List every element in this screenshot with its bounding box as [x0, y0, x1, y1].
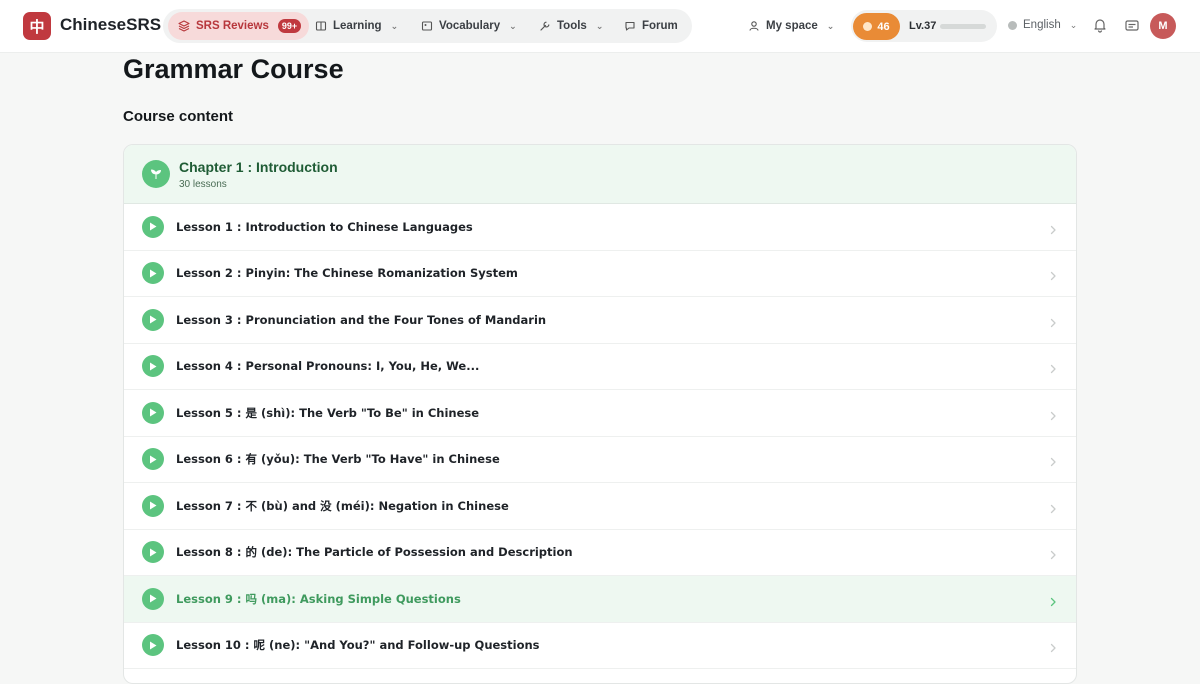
play-icon [142, 634, 164, 657]
lesson-title: Lesson 7 : 不 (bù) and 没 (méi): Negation … [176, 498, 509, 513]
chevron-down-icon: ⌄ [390, 20, 399, 31]
nav-vocabulary-label: Vocabulary [439, 20, 501, 32]
chevron-right-icon [1048, 454, 1058, 467]
my-space-menu[interactable]: My space ⌄ [738, 12, 844, 40]
chevron-down-icon: ⌄ [595, 20, 604, 31]
chevron-down-icon: ⌄ [509, 20, 517, 31]
lesson-title: Lesson 4 : Personal Pronouns: I, You, He… [176, 359, 480, 374]
lesson-row[interactable]: Lesson 5 : 是 (shì): The Verb "To Be" in … [124, 390, 1076, 437]
chapter-title: Chapter 1 : Introduction [179, 159, 338, 175]
lesson-title: Lesson 10 : 呢 (ne): "And You?" and Follo… [176, 638, 540, 653]
chevron-down-icon: ⌄ [1069, 19, 1078, 30]
play-icon [142, 262, 164, 285]
wrench-icon [540, 21, 550, 31]
lesson-row[interactable]: Lesson 8 : 的 (de): The Particle of Posse… [124, 530, 1076, 576]
play-icon [142, 587, 164, 610]
book-icon [315, 21, 327, 31]
my-space-label: My space [766, 20, 818, 32]
play-icon [142, 448, 164, 471]
streak-count: 46 [877, 20, 890, 33]
lesson-list: Lesson 1 : Introduction to Chinese Langu… [124, 204, 1076, 669]
level-progress-bar [940, 24, 986, 29]
chevron-right-icon [1048, 547, 1058, 560]
nav-vocabulary[interactable]: Vocabulary ⌄ [411, 12, 527, 40]
page-title: Grammar Course [123, 54, 344, 84]
lesson-title: Lesson 1 : Introduction to Chinese Langu… [176, 219, 473, 234]
sprout-icon [142, 160, 170, 188]
play-icon [142, 401, 164, 424]
language-label: English [1023, 19, 1061, 31]
chevron-right-icon [1048, 222, 1058, 234]
play-icon [142, 494, 164, 517]
nav-learning-label: Learning [333, 20, 382, 32]
lesson-title: Lesson 3 : Pronunciation and the Four To… [176, 312, 547, 327]
srs-count-badge: 99+ [277, 19, 302, 33]
chevron-down-icon: ⌄ [826, 20, 835, 31]
nav-tools[interactable]: Tools ⌄ [529, 12, 613, 40]
play-icon [142, 308, 164, 331]
lesson-row[interactable]: Lesson 4 : Personal Pronouns: I, You, He… [124, 344, 1076, 390]
chat-icon [625, 21, 635, 31]
nav-srs-label: SRS Reviews [196, 20, 269, 32]
lesson-title: Lesson 5 : 是 (shì): The Verb "To Be" in … [176, 405, 480, 420]
lesson-row[interactable]: Lesson 2 : Pinyin: The Chinese Romanizat… [124, 251, 1076, 297]
avatar[interactable]: M [1150, 13, 1176, 39]
chevron-right-icon [1048, 315, 1058, 327]
lesson-title: Lesson 6 : 有 (yǒu): The Verb "To Have" i… [176, 452, 500, 467]
language-selector[interactable]: English ⌄ [1008, 19, 1077, 31]
lesson-row[interactable]: Lesson 6 : 有 (yǒu): The Verb "To Have" i… [124, 437, 1076, 483]
lesson-title: Lesson 9 : 吗 (ma): Asking Simple Questio… [176, 591, 461, 606]
nav-srs-reviews[interactable]: SRS Reviews 99+ [168, 12, 310, 40]
lesson-row[interactable]: Lesson 7 : 不 (bù) and 没 (méi): Negation … [124, 483, 1076, 530]
lesson-row[interactable]: Lesson 10 : 呢 (ne): "And You?" and Follo… [124, 623, 1076, 669]
nav-learning[interactable]: Learning ⌄ [305, 12, 408, 40]
lesson-row[interactable]: Lesson 3 : Pronunciation and the Four To… [124, 297, 1076, 344]
chapter-lesson-count: 30 lessons [179, 179, 227, 190]
user-icon [749, 21, 759, 31]
chevron-right-icon [1048, 640, 1058, 653]
chapter-header[interactable]: Chapter 1 : Introduction 30 lessons [124, 145, 1076, 204]
streak-button[interactable]: 46 [853, 13, 900, 40]
chevron-right-icon [1048, 594, 1058, 606]
flame-icon [863, 22, 873, 31]
bell-icon[interactable] [1092, 17, 1108, 33]
logo-icon[interactable]: 中 [23, 12, 51, 40]
cards-icon[interactable] [1124, 17, 1140, 33]
stack-icon [178, 20, 190, 32]
app-name[interactable]: ChineseSRS [60, 15, 161, 35]
play-icon [142, 215, 164, 238]
lesson-row[interactable]: Lesson 1 : Introduction to Chinese Langu… [124, 204, 1076, 251]
image-icon [421, 21, 433, 31]
nav-tools-label: Tools [557, 20, 587, 32]
nav-forum[interactable]: Forum [614, 12, 688, 40]
play-icon [142, 355, 164, 378]
chevron-right-icon [1048, 268, 1058, 281]
chapter-card: Chapter 1 : Introduction 30 lessons Less… [123, 144, 1077, 684]
top-navbar: 中 ChineseSRS SRS Reviews 99+ Learning ⌄ … [0, 0, 1200, 53]
globe-icon [1008, 20, 1017, 30]
level-label: Lv.37 [909, 20, 937, 32]
section-title: Course content [123, 108, 234, 125]
nav-forum-label: Forum [642, 20, 678, 32]
lesson-row[interactable]: Lesson 9 : 吗 (ma): Asking Simple Questio… [124, 576, 1076, 623]
chevron-right-icon [1048, 408, 1058, 420]
play-icon [142, 541, 164, 564]
chevron-right-icon [1048, 501, 1058, 513]
lesson-title: Lesson 8 : 的 (de): The Particle of Posse… [176, 545, 573, 560]
lesson-title: Lesson 2 : Pinyin: The Chinese Romanizat… [176, 266, 518, 281]
chevron-right-icon [1048, 361, 1058, 374]
